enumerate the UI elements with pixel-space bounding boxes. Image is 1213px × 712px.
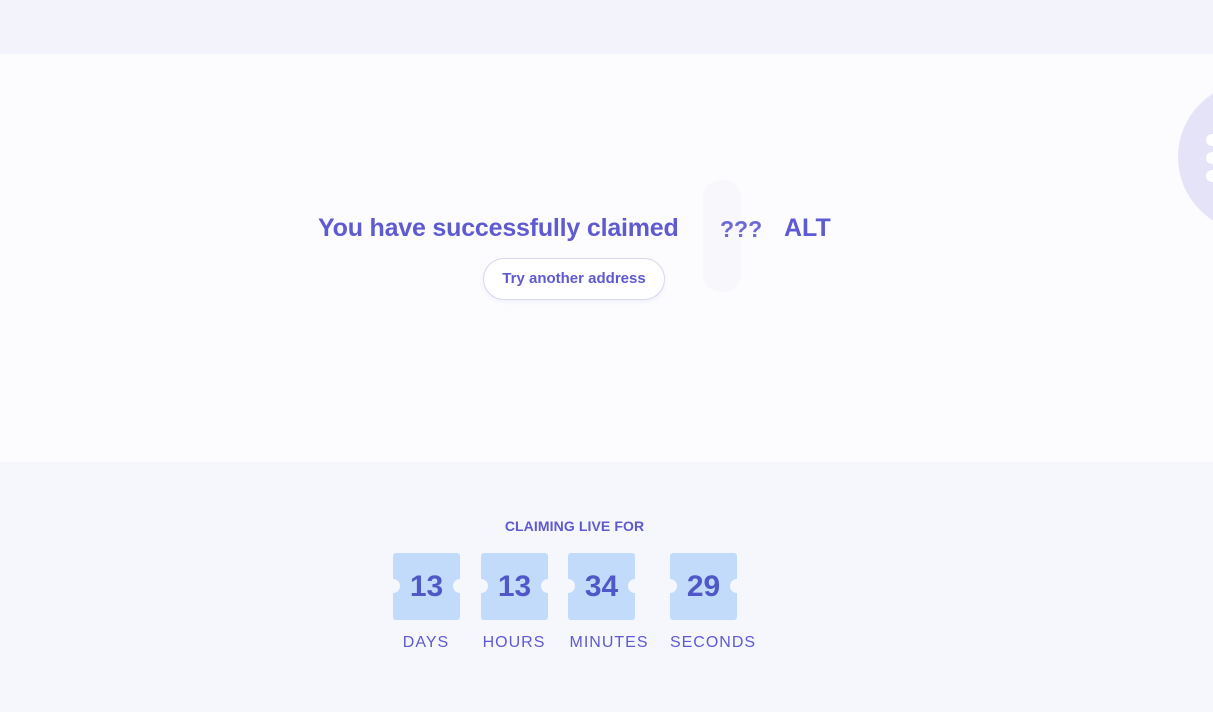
claim-message: You have successfully claimed ??? ALT (0, 214, 1213, 246)
hours-label: HOURS (482, 634, 546, 651)
decorative-circle (1178, 82, 1213, 232)
minutes-value: 34 (561, 553, 642, 620)
minutes-label: MINUTES (569, 634, 649, 651)
ticket-notch (730, 579, 744, 593)
seconds-label: SECONDS (669, 634, 757, 651)
ticket-notch (541, 579, 555, 593)
days-value: 13 (386, 553, 467, 620)
ticket-notch (628, 579, 642, 593)
days-label: DAYS (402, 634, 450, 651)
countdown-section: CLAIMING LIVE FOR 13 13 34 29 DAYS HOURS… (0, 462, 1213, 712)
ticket-notch (474, 579, 488, 593)
hours-value: 13 (474, 553, 555, 620)
decorative-mark (1206, 152, 1213, 164)
seconds-value: 29 (663, 553, 744, 620)
countdown-title: CLAIMING LIVE FOR (504, 518, 645, 534)
claim-message-text: You have successfully claimed (318, 214, 679, 242)
ticket-notch (561, 579, 575, 593)
decorative-mark (1206, 170, 1213, 182)
top-bar (0, 0, 1213, 54)
ticket-notch (663, 579, 677, 593)
decorative-mark (1206, 134, 1213, 146)
token-symbol: ALT (784, 214, 831, 242)
claimed-amount: ??? (720, 216, 763, 242)
ticket-notch (453, 579, 467, 593)
try-another-address-button[interactable]: Try another address (483, 258, 665, 300)
claim-hero: You have successfully claimed ??? ALT Tr… (0, 54, 1213, 462)
ticket-notch (386, 579, 400, 593)
